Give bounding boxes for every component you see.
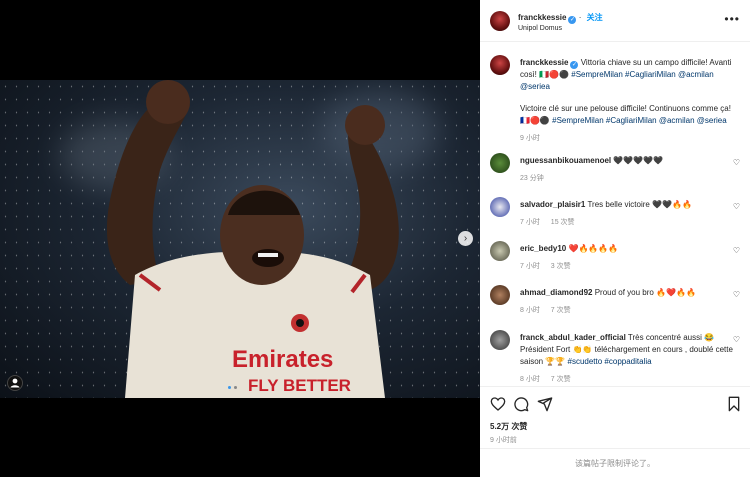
post-panel: franckkessie ✓ · 关注 Unipol Domus ••• fran… <box>480 0 750 477</box>
comment-username[interactable]: ahmad_diamond92 <box>520 288 592 297</box>
heart-icon[interactable] <box>490 396 506 412</box>
author-username[interactable]: franckkessie <box>518 13 566 22</box>
chevron-right-icon: › <box>463 233 468 244</box>
verified-icon: ✓ <box>568 16 577 24</box>
author-line: franckkessie ✓ · 关注 <box>518 13 603 24</box>
comment-likes[interactable]: 3 次赞 <box>551 263 571 270</box>
comment-likes[interactable]: 7 次赞 <box>551 307 571 314</box>
action-bar: 5.2万 次赞 9 小时前 该篇帖子限制评论了。 <box>480 386 750 476</box>
commenter-avatar[interactable] <box>490 197 510 217</box>
comment-username[interactable]: franck_abdul_kader_official <box>520 333 626 342</box>
author-avatar[interactable] <box>490 55 510 75</box>
heart-icon[interactable]: ♡ <box>733 202 740 211</box>
media-pane: Emirates FLY BETTER › <box>0 0 480 477</box>
comments-disabled-notice: 该篇帖子限制评论了。 <box>480 448 750 477</box>
next-photo-button[interactable]: › <box>458 231 473 246</box>
caption-emoji-fr: 🇫🇷🔴⚫ <box>520 116 550 125</box>
caption-time: 9 小时 <box>520 135 540 142</box>
caption-tags-fr[interactable]: #SempreMilan #CagliariMilan @acmilan @se… <box>552 116 727 125</box>
comment-likes[interactable]: 15 次赞 <box>551 219 575 226</box>
heart-icon[interactable]: ♡ <box>733 290 740 299</box>
svg-text:Emirates: Emirates <box>232 346 333 373</box>
commenter-avatar[interactable] <box>490 330 510 350</box>
share-icon[interactable] <box>537 396 553 412</box>
heart-icon[interactable]: ♡ <box>733 158 740 167</box>
heart-icon[interactable]: ♡ <box>733 335 740 344</box>
user-icon <box>10 378 20 388</box>
caption-text-fr: Victoire clé sur une pelouse difficile! … <box>520 104 731 113</box>
more-options-icon[interactable]: ••• <box>724 12 740 26</box>
tagged-user-button[interactable] <box>7 375 23 391</box>
comment-username[interactable]: salvador_plaisir1 <box>520 200 585 209</box>
comment-username[interactable]: nguessanbikouamenoel <box>520 156 611 165</box>
comment-time: 23 分钟 <box>520 175 544 182</box>
post-header: franckkessie ✓ · 关注 Unipol Domus ••• <box>480 0 750 42</box>
comment-likes[interactable]: 7 次赞 <box>551 376 571 383</box>
comment-icon[interactable] <box>513 396 529 412</box>
post-photo[interactable]: Emirates FLY BETTER <box>0 80 480 398</box>
player-figure: Emirates FLY BETTER <box>106 80 399 398</box>
comment-time: 7 小时 <box>520 263 540 270</box>
comment-text: Tres belle victoire 🖤🖤🔥🔥 <box>587 200 692 209</box>
follow-button[interactable]: 关注 <box>587 13 603 22</box>
comments-list: franckkessie ✓ Vittoria chiave su un camp… <box>480 43 750 386</box>
comment-text: ❤️🔥🔥🔥🔥 <box>568 244 619 253</box>
heart-icon[interactable]: ♡ <box>733 246 740 255</box>
commenter-avatar[interactable] <box>490 153 510 173</box>
commenter-avatar[interactable] <box>490 285 510 305</box>
carousel-dots <box>228 386 237 389</box>
like-count[interactable]: 5.2万 次赞 <box>490 421 527 432</box>
caption-username[interactable]: franckkessie <box>520 58 568 67</box>
verified-icon: ✓ <box>570 61 579 69</box>
post-time: 9 小时前 <box>490 437 517 444</box>
carousel-dot-active <box>228 386 231 389</box>
location-link[interactable]: Unipol Domus <box>518 25 562 32</box>
comment-text: Proud of you bro 🔥❤️🔥🔥 <box>594 288 696 297</box>
bookmark-icon[interactable] <box>726 396 742 412</box>
comment-time: 8 小时 <box>520 307 540 314</box>
comment-time: 8 小时 <box>520 376 540 383</box>
commenter-avatar[interactable] <box>490 241 510 261</box>
author-avatar[interactable] <box>490 11 510 31</box>
comment-time: 7 小时 <box>520 219 540 226</box>
carousel-dot <box>234 386 237 389</box>
svg-text:FLY BETTER: FLY BETTER <box>248 376 351 395</box>
caption-emoji-it: 🇮🇹🔴⚫ <box>539 70 570 79</box>
comment-tags[interactable]: #scudetto #coppaditalia <box>568 357 652 366</box>
comment-text: 🖤🖤🖤🖤🖤 <box>613 156 664 165</box>
comment-username[interactable]: eric_bedy10 <box>520 244 566 253</box>
